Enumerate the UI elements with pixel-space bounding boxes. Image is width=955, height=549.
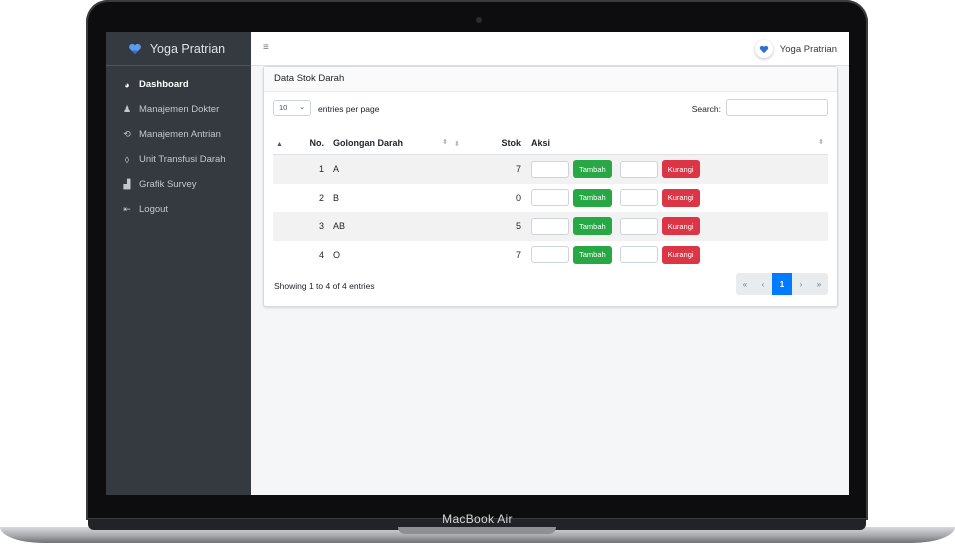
add-quantity-input[interactable] — [531, 217, 569, 235]
cell-stok: 5 — [474, 212, 531, 241]
add-quantity-input[interactable] — [531, 160, 569, 178]
reduce-quantity-input[interactable] — [619, 160, 658, 178]
cell-golongan: AB — [324, 212, 454, 241]
cell-golongan: A — [324, 154, 454, 184]
reduce-quantity-input[interactable] — [619, 189, 658, 207]
tambah-button[interactable]: Tambah — [573, 217, 612, 236]
user-name: Yoga Pratrian — [779, 43, 837, 55]
kurangi-button[interactable]: Kurangi — [661, 245, 700, 264]
sort-toggle[interactable]: ▲ — [273, 131, 291, 155]
tambah-button[interactable]: Tambah — [573, 188, 612, 207]
pagination: « ‹ 1 › » — [736, 273, 828, 295]
hamburger-icon[interactable]: ≡ — [263, 42, 269, 53]
cell-golongan: B — [333, 192, 340, 203]
table-controls: 10 ⌄ entries per page Search: — [264, 92, 837, 126]
pagination-prev[interactable]: ‹ — [754, 273, 772, 295]
sort-icon: ⬍ — [454, 140, 460, 148]
entries-label: entries per page — [318, 104, 380, 114]
sidebar-item-label: Grafik Survey — [139, 179, 197, 190]
sort-toggle[interactable]: ⬍ — [454, 131, 474, 155]
pagination-last[interactable]: » — [810, 273, 828, 295]
cell-no: 1 — [291, 154, 324, 184]
app-screen: Yoga Pratrian ◕ Dashboard ♟ Manajemen Do… — [106, 32, 849, 495]
user-doctor-icon: ♟ — [122, 104, 132, 114]
table-row: 2 B 0 Tambah Kurangi — [273, 184, 828, 213]
column-header-aksi[interactable]: Aksi ⬍ — [531, 131, 828, 155]
repeat-icon: ⟲ — [123, 129, 131, 139]
sidebar-item-label: Logout — [139, 204, 169, 215]
device-label: MacBook Air — [442, 512, 513, 526]
table-row: 4 O 7 Tambah Kurangi — [273, 241, 828, 270]
column-label: Aksi — [531, 137, 551, 148]
reduce-quantity-input[interactable] — [619, 217, 658, 235]
pagination-current-page[interactable]: 1 — [772, 273, 792, 295]
chevron-down-icon: ⌄ — [299, 104, 305, 111]
add-quantity-input[interactable] — [531, 189, 569, 207]
heart-hand-icon — [128, 43, 141, 54]
avatar — [754, 40, 773, 58]
cell-no: 3 — [291, 212, 324, 241]
sidebar-item-label: Manajemen Antrian — [139, 129, 221, 140]
pagination-first[interactable]: « — [736, 273, 754, 295]
cell-stok: 7 — [515, 249, 521, 260]
brand-name: Yoga Pratrian — [149, 41, 226, 56]
table-row: 1 A 7 Tambah Kurangi — [273, 154, 828, 184]
sidebar-item-dashboard[interactable]: ◕ Dashboard — [106, 72, 251, 97]
sidebar-item-label: Manajemen Dokter — [139, 104, 220, 115]
card-title: Data Stok Darah — [264, 67, 837, 92]
bar-chart-icon: ▟ — [123, 179, 131, 189]
user-menu[interactable]: Yoga Pratrian — [754, 40, 837, 58]
sort-icon: ⬍ — [442, 138, 448, 146]
entries-per-page-select[interactable]: 10 ⌄ — [273, 100, 311, 116]
table-info: Showing 1 to 4 of 4 entries — [274, 281, 375, 291]
column-label: Golongan Darah — [333, 137, 404, 148]
table-row: 3 AB 5 Tambah Kurangi — [273, 212, 828, 241]
cell-no: 4 — [318, 249, 324, 260]
sidebar-item-manajemen-antrian[interactable]: ⟲ Manajemen Antrian — [106, 122, 251, 147]
column-header-stok[interactable]: Stok — [474, 131, 531, 155]
sidebar-item-grafik-survey[interactable]: ▟ Grafik Survey — [106, 172, 251, 197]
kurangi-button[interactable]: Kurangi — [661, 217, 700, 236]
reduce-quantity-input[interactable] — [619, 246, 658, 264]
heart-hand-icon — [759, 45, 768, 53]
sidebar-item-logout[interactable]: ⇤ Logout — [106, 197, 251, 222]
column-header-no[interactable]: No. — [291, 131, 324, 155]
cell-no: 2 — [318, 192, 324, 203]
table-header-row: ▲ No. Golongan Darah ⬍ ⬍ Stok Aksi ⬍ — [273, 131, 828, 155]
search-input[interactable] — [726, 99, 828, 116]
sidebar-nav: ◕ Dashboard ♟ Manajemen Dokter ⟲ Manajem… — [106, 66, 251, 222]
kurangi-button[interactable]: Kurangi — [661, 160, 700, 179]
search-label: Search: — [691, 104, 721, 114]
droplet-icon: ◊ — [124, 154, 130, 165]
top-navbar: ≡ Yoga Pratrian — [251, 32, 849, 66]
column-header-golongan[interactable]: Golongan Darah ⬍ — [324, 131, 454, 155]
cell-stok: 7 — [474, 154, 531, 184]
sort-icon: ▲ — [276, 140, 283, 148]
sort-icon: ⬍ — [818, 138, 824, 146]
camera — [476, 17, 482, 23]
sidebar-item-label: Unit Transfusi Darah — [139, 154, 226, 165]
add-quantity-input[interactable] — [531, 246, 569, 264]
pagination-next[interactable]: › — [792, 273, 810, 295]
blood-stock-card: Data Stok Darah 10 ⌄ entries per page Se… — [263, 66, 838, 307]
palette-icon: ◕ — [124, 79, 130, 90]
sidebar-brand[interactable]: Yoga Pratrian — [106, 32, 251, 66]
sidebar-item-label: Dashboard — [139, 79, 189, 90]
logout-icon: ⇤ — [123, 204, 131, 214]
sidebar-item-manajemen-dokter[interactable]: ♟ Manajemen Dokter — [106, 97, 251, 122]
cell-stok: 0 — [515, 192, 521, 203]
tambah-button[interactable]: Tambah — [573, 245, 612, 264]
sidebar: Yoga Pratrian ◕ Dashboard ♟ Manajemen Do… — [106, 32, 251, 495]
sidebar-item-unit-transfusi-darah[interactable]: ◊ Unit Transfusi Darah — [106, 147, 251, 172]
tambah-button[interactable]: Tambah — [573, 160, 612, 179]
blood-stock-table: ▲ No. Golongan Darah ⬍ ⬍ Stok Aksi ⬍ 1 A… — [273, 131, 828, 269]
entries-value: 10 — [279, 103, 288, 112]
laptop-notch — [398, 527, 556, 534]
cell-golongan: O — [333, 249, 341, 260]
kurangi-button[interactable]: Kurangi — [661, 188, 700, 207]
